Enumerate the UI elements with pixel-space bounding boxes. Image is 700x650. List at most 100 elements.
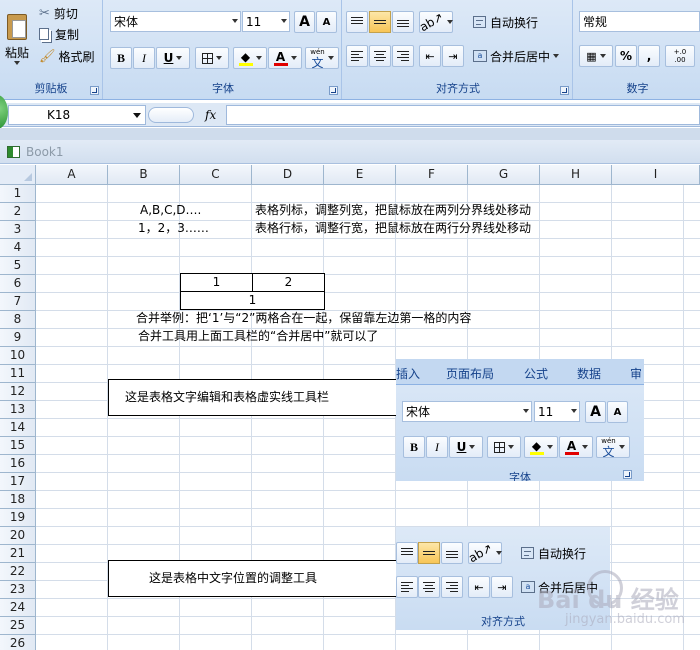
- font-launcher-icon[interactable]: [623, 470, 632, 479]
- row-header[interactable]: 21: [0, 545, 36, 563]
- align-center-button[interactable]: [369, 45, 391, 67]
- cell-d3[interactable]: 表格行标，调整行宽，把鼠标放在两行分界线处移动: [255, 219, 531, 237]
- row-header[interactable]: 1: [0, 185, 36, 203]
- cell-b9[interactable]: 合并工具用上面工具栏的“合并居中”就可以了: [138, 327, 378, 345]
- shrink-font-button[interactable]: A: [316, 11, 337, 33]
- cut-button[interactable]: ✂ 剪切: [38, 2, 98, 24]
- tab-formulas[interactable]: 公式: [524, 365, 548, 382]
- column-header-b[interactable]: B: [108, 165, 180, 185]
- row-header[interactable]: 12: [0, 383, 36, 401]
- row-header[interactable]: 9: [0, 329, 36, 347]
- column-header-d[interactable]: D: [252, 165, 324, 185]
- caption-box-alignment-tool[interactable]: 这是表格中文字位置的调整工具: [108, 560, 397, 597]
- fill-color-button[interactable]: ◆: [233, 47, 267, 69]
- formula-bar-expand-icon[interactable]: [148, 107, 194, 123]
- column-header-a[interactable]: A: [36, 165, 108, 185]
- column-header-f[interactable]: F: [396, 165, 468, 185]
- cell-b8[interactable]: 合并举例：把‘1’与“2”两格合在一起，保留靠左边第一格的内容: [136, 309, 471, 327]
- align-left-button[interactable]: [346, 45, 368, 67]
- cell-b2[interactable]: A,B,C,D….: [140, 201, 201, 219]
- clipboard-launcher-icon[interactable]: [90, 86, 99, 95]
- align-bottom-button[interactable]: [441, 542, 463, 564]
- orientation-button[interactable]: ab↗: [417, 10, 454, 34]
- row-header[interactable]: 3: [0, 221, 36, 239]
- caption-box-font-toolbar[interactable]: 这是表格文字编辑和表格虚实线工具栏: [108, 379, 397, 416]
- number-format-combo[interactable]: 常规: [579, 11, 700, 32]
- format-painter-button[interactable]: 🖌 格式刷: [38, 45, 100, 67]
- row-header[interactable]: 24: [0, 599, 36, 617]
- row-header[interactable]: 7: [0, 293, 36, 311]
- merged-cell-c7[interactable]: 1: [180, 291, 325, 310]
- row-header[interactable]: 14: [0, 419, 36, 437]
- row-header[interactable]: 6: [0, 275, 36, 293]
- row-header[interactable]: 25: [0, 617, 36, 635]
- merge-center-button[interactable]: a 合并后居中: [472, 45, 568, 67]
- align-left-button[interactable]: [396, 576, 418, 598]
- borders-button[interactable]: [195, 47, 229, 69]
- font-color-button[interactable]: A: [268, 47, 302, 69]
- bordered-cell-c6[interactable]: 1: [180, 273, 253, 292]
- formula-input[interactable]: [226, 105, 700, 125]
- tab-review[interactable]: 审: [630, 365, 642, 382]
- column-header-h[interactable]: H: [540, 165, 612, 185]
- underline-button[interactable]: U: [156, 47, 190, 69]
- align-bottom-button[interactable]: [392, 11, 414, 33]
- orientation-button[interactable]: ab↗: [466, 541, 503, 565]
- align-middle-button[interactable]: [369, 11, 391, 33]
- column-header-g[interactable]: G: [468, 165, 540, 185]
- increase-indent-button[interactable]: ⇥: [491, 576, 513, 598]
- row-header[interactable]: 23: [0, 581, 36, 599]
- decrease-indent-button[interactable]: ⇤: [419, 45, 441, 67]
- font-size-combo[interactable]: 11: [242, 11, 290, 32]
- bold-button[interactable]: B: [110, 47, 132, 69]
- column-header-i[interactable]: I: [612, 165, 700, 185]
- row-header[interactable]: 19: [0, 509, 36, 527]
- phonetic-button[interactable]: wén 文: [596, 436, 630, 458]
- row-header[interactable]: 18: [0, 491, 36, 509]
- currency-button[interactable]: ▦: [579, 45, 613, 67]
- paste-button[interactable]: 粘贴: [2, 3, 32, 75]
- align-top-button[interactable]: [396, 542, 418, 564]
- underline-button[interactable]: U: [449, 436, 483, 458]
- font-name-combo[interactable]: 宋体: [402, 401, 532, 422]
- row-header[interactable]: 8: [0, 311, 36, 329]
- copy-button[interactable]: 复制: [38, 23, 98, 45]
- cell-b3[interactable]: 1，2，3……: [138, 219, 209, 237]
- row-header[interactable]: 26: [0, 635, 36, 650]
- align-center-button[interactable]: [418, 576, 440, 598]
- borders-button[interactable]: [487, 436, 521, 458]
- select-all-corner[interactable]: [0, 165, 36, 185]
- tab-page-layout[interactable]: 页面布局: [446, 365, 494, 382]
- row-header[interactable]: 2: [0, 203, 36, 221]
- row-header[interactable]: 22: [0, 563, 36, 581]
- tab-insert[interactable]: 插入: [396, 365, 420, 382]
- wrap-text-button[interactable]: 自动换行: [472, 11, 548, 33]
- percent-button[interactable]: %: [615, 45, 637, 67]
- bordered-cell-d6[interactable]: 2: [252, 273, 325, 292]
- increase-decimal-button[interactable]: +.0 .00: [665, 45, 695, 67]
- italic-button[interactable]: I: [133, 47, 155, 69]
- align-right-button[interactable]: [392, 45, 414, 67]
- decrease-indent-button[interactable]: ⇤: [468, 576, 490, 598]
- row-header[interactable]: 13: [0, 401, 36, 419]
- shrink-font-button[interactable]: A: [607, 401, 628, 423]
- column-header-c[interactable]: C: [180, 165, 252, 185]
- grow-font-button[interactable]: A: [294, 11, 315, 33]
- fill-color-button[interactable]: ◆: [524, 436, 558, 458]
- insert-function-icon[interactable]: fx: [205, 108, 216, 122]
- row-header[interactable]: 16: [0, 455, 36, 473]
- bold-button[interactable]: B: [403, 436, 425, 458]
- italic-button[interactable]: I: [426, 436, 448, 458]
- row-header[interactable]: 15: [0, 437, 36, 455]
- increase-indent-button[interactable]: ⇥: [442, 45, 464, 67]
- wrap-text-button[interactable]: 自动换行: [520, 542, 600, 564]
- tab-data[interactable]: 数据: [577, 365, 601, 382]
- align-middle-button[interactable]: [418, 542, 440, 564]
- font-name-combo[interactable]: 宋体: [110, 11, 241, 32]
- font-size-combo[interactable]: 11: [534, 401, 580, 422]
- font-launcher-icon[interactable]: [329, 86, 338, 95]
- alignment-launcher-icon[interactable]: [560, 86, 569, 95]
- phonetic-button[interactable]: wén 文: [305, 47, 339, 69]
- row-header[interactable]: 17: [0, 473, 36, 491]
- row-header[interactable]: 20: [0, 527, 36, 545]
